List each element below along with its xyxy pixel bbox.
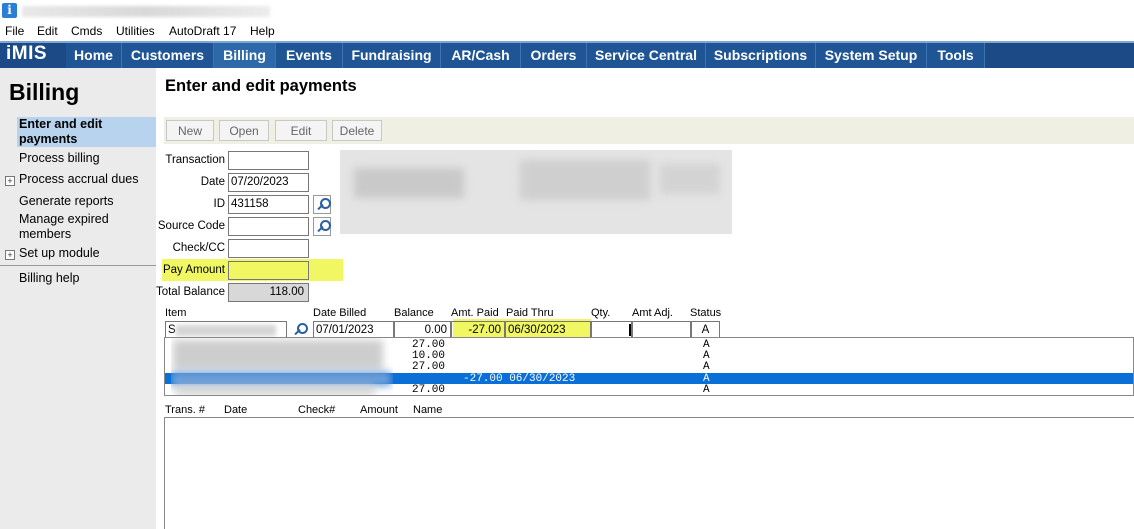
id-lookup-icon[interactable] <box>313 195 331 214</box>
col-header-date-billed: Date Billed <box>313 307 367 319</box>
customer-info-redacted <box>340 150 732 234</box>
window-title-redacted <box>22 6 270 17</box>
sidebar-item-manage-expired-members[interactable]: Manage expired members <box>19 212 139 242</box>
transaction-input[interactable] <box>228 151 309 170</box>
sidebar-item-enter-edit-payments[interactable]: Enter and edit payments <box>17 117 156 147</box>
check-cc-input[interactable] <box>228 239 309 258</box>
col-header-amt-paid: Amt. Paid <box>451 307 499 319</box>
nav-tab-billing[interactable]: Billing <box>214 43 276 68</box>
nav-tab-ar-cash[interactable]: AR/Cash <box>441 43 521 68</box>
sidebar-item-set-up-module[interactable]: Set up module <box>19 246 100 261</box>
nav-tab-service-central[interactable]: Service Central <box>587 43 706 68</box>
page-title: Enter and edit payments <box>165 77 357 95</box>
date-label: Date <box>200 176 225 188</box>
window-titlebar: i <box>0 0 1134 22</box>
billing-items-grid[interactable]: 27.00 A 10.00 A 27.00 A -27.00 06/30/202… <box>164 337 1134 396</box>
id-label: ID <box>213 198 226 210</box>
sidebar: Billing Enter and edit payments Process … <box>0 68 156 529</box>
imis-logo: iMIS <box>6 43 48 64</box>
sidebar-item-process-billing[interactable]: Process billing <box>19 151 100 166</box>
col-header-amt-adj: Amt Adj. <box>632 307 673 319</box>
nav-tab-tools[interactable]: Tools <box>927 43 985 68</box>
source-code-input[interactable] <box>228 217 309 236</box>
col-header-name: Name <box>413 404 443 416</box>
nav-tab-subscriptions[interactable]: Subscriptions <box>706 43 816 68</box>
menu-autodraft[interactable]: AutoDraft 17 <box>169 24 236 38</box>
sidebar-title: Billing <box>9 79 80 105</box>
id-input[interactable]: 431158 <box>228 195 309 214</box>
col-header-qty: Qty. <box>591 307 611 319</box>
transactions-grid[interactable] <box>164 417 1134 529</box>
item-names-redacted <box>171 338 393 395</box>
nav-tab-fundraising[interactable]: Fundraising <box>343 43 441 68</box>
pay-amount-label: Pay Amount <box>162 264 225 276</box>
nav-tab-home[interactable]: Home <box>66 43 122 68</box>
sidebar-divider <box>0 265 156 266</box>
table-row-paid: -27.00 06/30/2023 <box>463 373 576 385</box>
menu-utilities[interactable]: Utilities <box>116 24 155 38</box>
main-navigation: iMIS Home Customers Billing Events Fundr… <box>0 41 1134 68</box>
menubar: File Edit Cmds Utilities AutoDraft 17 He… <box>0 22 1134 41</box>
col-header-paid-thru: Paid Thru <box>506 307 554 319</box>
menu-edit[interactable]: Edit <box>37 24 58 38</box>
nav-tab-events[interactable]: Events <box>276 43 343 68</box>
source-code-lookup-icon[interactable] <box>313 217 331 236</box>
app-info-icon: i <box>2 3 17 18</box>
sidebar-item-billing-help[interactable]: Billing help <box>19 271 79 286</box>
transaction-label: Transaction <box>165 154 225 166</box>
toolbar: New Open Edit Delete <box>164 117 1134 144</box>
text-cursor <box>629 324 631 336</box>
menu-help[interactable]: Help <box>250 24 275 38</box>
edit-button[interactable]: Edit <box>275 120 327 141</box>
delete-button[interactable]: Delete <box>332 120 382 141</box>
expand-plus-icon[interactable]: + <box>5 176 15 186</box>
col-header-trans-no: Trans. # <box>165 404 205 416</box>
menu-file[interactable]: File <box>5 24 24 38</box>
source-code-label: Source Code <box>157 220 225 232</box>
table-row-balance: 27.00 <box>412 384 446 396</box>
col-header-date: Date <box>224 404 248 416</box>
col-header-status: Status <box>690 307 722 319</box>
nav-tab-system-setup[interactable]: System Setup <box>816 43 927 68</box>
col-header-check-no: Check# <box>298 404 336 416</box>
nav-tab-customers[interactable]: Customers <box>122 43 214 68</box>
open-button[interactable]: Open <box>219 120 269 141</box>
check-cc-label: Check/CC <box>172 242 225 254</box>
date-input[interactable]: 07/20/2023 <box>228 173 309 192</box>
item-input-text: S <box>168 324 176 336</box>
new-button[interactable]: New <box>166 120 214 141</box>
total-balance-label: Total Balance <box>155 286 225 298</box>
total-balance-value: 118.00 <box>228 283 309 302</box>
pay-amount-input[interactable] <box>228 261 309 280</box>
menu-cmds[interactable]: Cmds <box>71 24 102 38</box>
col-header-amount: Amount <box>360 404 398 416</box>
table-row-status: A <box>703 361 710 373</box>
col-header-balance: Balance <box>394 307 434 319</box>
sidebar-item-generate-reports[interactable]: Generate reports <box>19 194 114 209</box>
sidebar-item-process-accrual-dues[interactable]: Process accrual dues <box>19 172 139 187</box>
col-header-item: Item <box>165 307 187 319</box>
table-row-status: A <box>703 384 710 396</box>
nav-tab-orders[interactable]: Orders <box>521 43 587 68</box>
table-row-balance: 27.00 <box>412 361 446 373</box>
expand-plus-icon[interactable]: + <box>5 250 15 260</box>
